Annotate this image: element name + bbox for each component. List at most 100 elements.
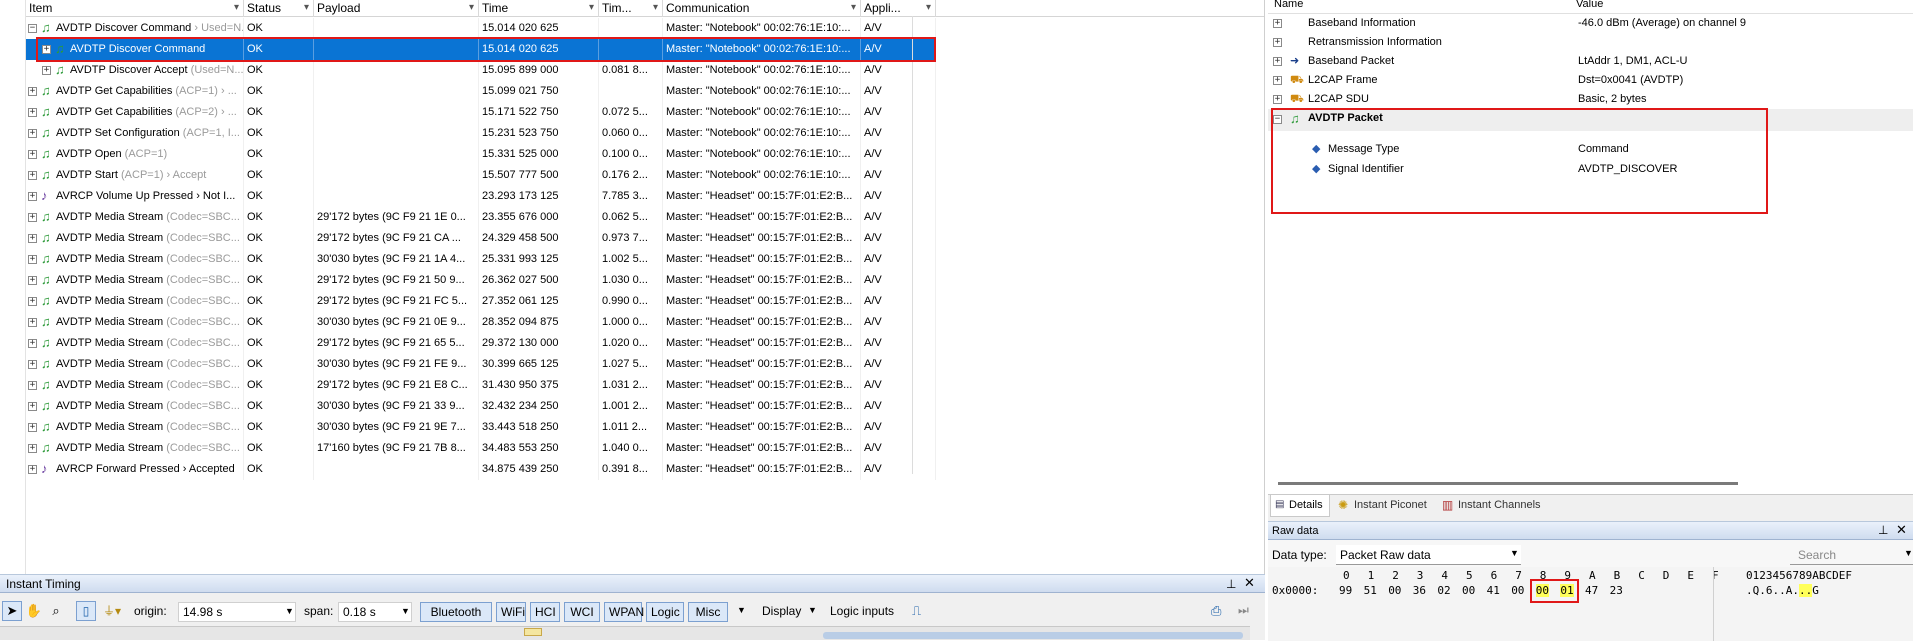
expand-icon[interactable]: + bbox=[28, 108, 37, 117]
expand-icon[interactable]: + bbox=[1273, 76, 1282, 85]
pointer-tool-icon[interactable]: ➤ bbox=[2, 601, 22, 621]
hex-byte[interactable]: 00 bbox=[1462, 584, 1475, 597]
hex-byte[interactable]: 41 bbox=[1487, 584, 1500, 597]
table-row[interactable]: + ♫ AVDTP Discover Accept (Used=N... OK 15.0… bbox=[26, 60, 936, 81]
col-item[interactable]: Item ▾ bbox=[26, 0, 244, 17]
display-menu[interactable]: Display bbox=[762, 600, 801, 622]
hex-byte[interactable]: 99 bbox=[1339, 584, 1352, 597]
chevron-down-icon[interactable]: ▼ bbox=[401, 606, 410, 616]
filter-arrow-icon[interactable]: ▾ bbox=[304, 0, 309, 16]
details-hscroll[interactable] bbox=[1268, 480, 1913, 494]
filter-arrow-icon[interactable]: ▾ bbox=[851, 0, 856, 16]
expand-icon[interactable]: + bbox=[28, 276, 37, 285]
col-communication[interactable]: Communication ▾ bbox=[663, 0, 861, 17]
col-application[interactable]: Appli... ▾ bbox=[861, 0, 936, 17]
table-row[interactable]: + ♪ AVRCP Forward Pressed › Accepted OK 34.8… bbox=[26, 459, 936, 480]
details-item[interactable]: + ⛟ L2CAP SDU Basic, 2 bytes bbox=[1268, 90, 1913, 108]
filter-arrow-icon[interactable]: ▾ bbox=[469, 0, 474, 16]
origin-input[interactable]: 14.98 s ▼ bbox=[178, 602, 296, 622]
ruler-marker[interactable] bbox=[524, 628, 542, 636]
hex-byte[interactable]: 02 bbox=[1437, 584, 1450, 597]
col-time[interactable]: Time ▾ bbox=[479, 0, 599, 17]
span-input[interactable]: 0.18 s ▼ bbox=[338, 602, 412, 622]
filter-wpan[interactable]: WPAN bbox=[604, 602, 644, 622]
details-item[interactable]: + ➜ Baseband Packet LtAddr 1, DM1, ACL-U bbox=[1268, 52, 1913, 70]
hex-byte[interactable]: 00 bbox=[1511, 584, 1524, 597]
expand-icon[interactable]: + bbox=[28, 402, 37, 411]
logic-inputs-button[interactable]: Logic inputs bbox=[830, 600, 894, 622]
hex-byte[interactable]: 51 bbox=[1364, 584, 1377, 597]
filter-bluetooth[interactable]: Bluetooth bbox=[420, 602, 492, 622]
table-row[interactable]: + ♪ AVRCP Volume Up Pressed › Not I... OK 23… bbox=[26, 186, 936, 207]
table-row[interactable]: + ♫ AVDTP Media Stream (Codec=SBC... OK 29'1… bbox=[26, 228, 936, 249]
chevron-down-icon[interactable]: ▼ bbox=[285, 606, 294, 616]
table-row[interactable]: + ♫ AVDTP Media Stream (Codec=SBC... OK 29'1… bbox=[26, 333, 936, 354]
filter-hci[interactable]: HCI bbox=[530, 602, 560, 622]
details-item[interactable]: + ⛟ L2CAP Frame Dst=0x0041 (AVDTP) bbox=[1268, 71, 1913, 89]
table-row[interactable]: + ♫ AVDTP Start (ACP=1) › Accept OK 15.507 7… bbox=[26, 165, 936, 186]
expand-icon[interactable]: + bbox=[28, 465, 37, 474]
expand-icon[interactable]: + bbox=[28, 255, 37, 264]
expand-icon[interactable]: + bbox=[28, 87, 37, 96]
expand-icon[interactable]: + bbox=[28, 381, 37, 390]
filters-dropdown-icon[interactable]: ▼ bbox=[737, 605, 746, 615]
hex-byte[interactable]: 23 bbox=[1610, 584, 1623, 597]
table-row[interactable]: + ♫ AVDTP Media Stream (Codec=SBC... OK 30'0… bbox=[26, 249, 936, 270]
hand-tool-icon[interactable]: ✋ bbox=[24, 601, 44, 621]
expand-icon[interactable]: + bbox=[1273, 57, 1282, 66]
expand-icon[interactable]: + bbox=[28, 192, 37, 201]
table-row[interactable]: + ♫ AVDTP Media Stream (Codec=SBC... OK 29'1… bbox=[26, 291, 936, 312]
expand-icon[interactable]: + bbox=[1273, 19, 1282, 28]
timing-ruler[interactable] bbox=[0, 626, 1250, 640]
collapse-icon[interactable]: − bbox=[28, 24, 37, 33]
expand-icon[interactable]: + bbox=[28, 213, 37, 222]
table-row[interactable]: + ♫ AVDTP Set Configuration (ACP=1, I... OK… bbox=[26, 123, 936, 144]
expand-icon[interactable]: + bbox=[28, 444, 37, 453]
expand-icon[interactable]: + bbox=[28, 129, 37, 138]
frame-tool-icon[interactable]: ▯ bbox=[76, 601, 96, 621]
tab-instant-piconet[interactable]: ✺ Instant Piconet bbox=[1334, 495, 1434, 517]
expand-icon[interactable]: + bbox=[28, 150, 37, 159]
table-row[interactable]: + ♫ AVDTP Media Stream (Codec=SBC... OK 29'1… bbox=[26, 207, 936, 228]
filter-wci[interactable]: WCI bbox=[564, 602, 600, 622]
details-item[interactable]: + Baseband Information -46.0 dBm (Average)… bbox=[1268, 14, 1913, 32]
expand-icon[interactable]: + bbox=[28, 171, 37, 180]
close-icon[interactable]: ✕ bbox=[1896, 522, 1907, 538]
export-icon[interactable]: ⎙ bbox=[1211, 603, 1221, 619]
pin-icon[interactable]: ⊥ bbox=[1878, 523, 1888, 537]
close-icon[interactable]: ✕ bbox=[1244, 574, 1255, 592]
hex-byte[interactable]: 00 bbox=[1388, 584, 1401, 597]
search-dropdown-icon[interactable]: ▼ bbox=[1904, 548, 1913, 558]
skip-icon[interactable]: ⏭ bbox=[1238, 603, 1249, 618]
hex-byte[interactable]: 47 bbox=[1585, 584, 1598, 597]
table-row[interactable]: + ♫ AVDTP Media Stream (Codec=SBC... OK 30'0… bbox=[26, 417, 936, 438]
table-row[interactable]: + ♫ AVDTP Open (ACP=1) OK 15.331 525 000 0.10… bbox=[26, 144, 936, 165]
search-input[interactable]: Search ▼ bbox=[1790, 545, 1913, 565]
table-row[interactable]: + ♫ AVDTP Get Capabilities (ACP=1) › ... OK… bbox=[26, 81, 936, 102]
tab-instant-channels[interactable]: ▥ Instant Channels bbox=[1438, 495, 1548, 517]
filter-logic[interactable]: Logic bbox=[646, 602, 684, 622]
table-row[interactable]: + ♫ AVDTP Media Stream (Codec=SBC... OK 29'1… bbox=[26, 270, 936, 291]
filter-misc[interactable]: Misc bbox=[688, 602, 728, 622]
table-row[interactable]: + ♫ AVDTP Media Stream (Codec=SBC... OK 30'0… bbox=[26, 312, 936, 333]
hex-byte[interactable]: 36 bbox=[1413, 584, 1426, 597]
filter-arrow-icon[interactable]: ▾ bbox=[926, 0, 931, 16]
scroll-thumb[interactable] bbox=[1278, 482, 1738, 485]
expand-icon[interactable]: + bbox=[28, 234, 37, 243]
filter-arrow-icon[interactable]: ▾ bbox=[234, 0, 239, 16]
expand-icon[interactable]: + bbox=[28, 423, 37, 432]
datatype-select[interactable]: Packet Raw data ▼ bbox=[1336, 545, 1521, 565]
marker-tool-icon[interactable]: ⏚▾ bbox=[98, 601, 126, 621]
display-dropdown-icon[interactable]: ▼ bbox=[808, 605, 817, 615]
table-row[interactable]: + ♫ AVDTP Media Stream (Codec=SBC... OK 17'1… bbox=[26, 438, 936, 459]
zoom-icon[interactable]: ⌕ bbox=[46, 601, 66, 621]
table-row[interactable]: + ♫ AVDTP Media Stream (Codec=SBC... OK 30'0… bbox=[26, 354, 936, 375]
expand-icon[interactable]: + bbox=[42, 66, 51, 75]
table-row[interactable]: + ♫ AVDTP Get Capabilities (ACP=2) › ... OK… bbox=[26, 102, 936, 123]
table-row[interactable]: −♫ AVDTP Discover Command › Used=N...OK 15… bbox=[26, 18, 936, 39]
hex-view[interactable]: 0123456789ABCDEF 0123456789ABCDEF 0x0000… bbox=[1268, 567, 1913, 641]
tab-details[interactable]: ▤ Details bbox=[1270, 495, 1330, 517]
expand-icon[interactable]: + bbox=[28, 318, 37, 327]
filter-wifi[interactable]: WiFi bbox=[496, 602, 526, 622]
filter-arrow-icon[interactable]: ▾ bbox=[589, 0, 594, 16]
